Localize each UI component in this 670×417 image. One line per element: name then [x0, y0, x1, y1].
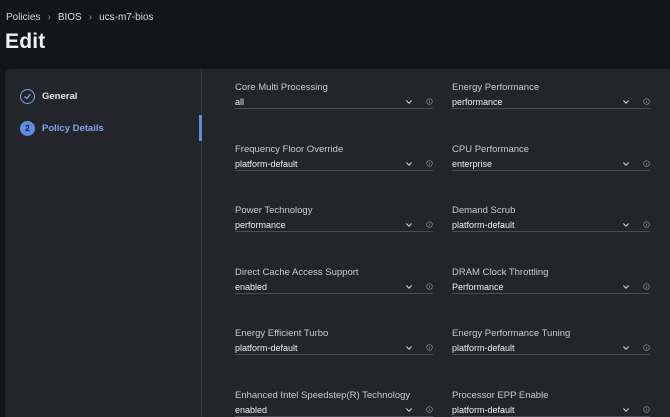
bios-field: Frequency Floor Override platform-defaul… — [235, 144, 433, 171]
breadcrumb-bios[interactable]: BIOS — [58, 12, 82, 23]
field-value: platform-default — [235, 343, 298, 353]
bios-field: DRAM Clock Throttling Performance — [452, 267, 650, 294]
field-value: platform-default — [452, 404, 515, 415]
field-value: performance — [235, 220, 286, 230]
info-icon[interactable] — [426, 159, 433, 167]
field-label: Demand Scrub — [452, 205, 516, 216]
bios-field: Power Technology performance — [235, 205, 433, 232]
field-select[interactable]: all — [235, 96, 433, 109]
chevron-down-icon — [623, 100, 629, 104]
active-step-indicator — [199, 115, 202, 141]
field-value: enabled — [235, 404, 268, 415]
info-icon[interactable] — [643, 282, 650, 290]
field-select[interactable]: performance — [452, 96, 650, 109]
step-label: Policy Details — [42, 122, 104, 134]
field-value: platform-default — [452, 220, 515, 230]
bios-field: Enhanced Intel Speedstep(R) Technology e… — [235, 390, 433, 417]
field-label: Frequency Floor Override — [235, 143, 344, 155]
info-icon[interactable] — [426, 405, 433, 413]
field-select[interactable]: platform-default — [452, 342, 650, 355]
bios-field: Direct Cache Access Support enabled — [235, 267, 433, 294]
step-general[interactable]: General — [20, 87, 77, 105]
field-select[interactable]: enabled — [235, 404, 433, 417]
bios-field: CPU Performance enterprise — [452, 144, 650, 171]
field-label: Enhanced Intel Speedstep(R) Technology — [235, 389, 411, 401]
chevron-down-icon — [406, 100, 412, 104]
bios-field: Energy Efficient Turbo platform-default — [235, 328, 433, 355]
field-select[interactable]: enterprise — [452, 158, 650, 171]
info-icon[interactable] — [643, 344, 650, 351]
breadcrumb-policies[interactable]: Policies — [6, 12, 40, 23]
chevron-right-icon: › — [88, 12, 93, 23]
field-value: performance — [452, 97, 503, 107]
step-number: 2 — [20, 120, 35, 136]
field-value: enterprise — [452, 158, 493, 169]
field-label: Core Multi Processing — [235, 82, 328, 93]
bios-field: Energy Performance Tuning platform-defau… — [452, 328, 650, 355]
chevron-down-icon — [623, 346, 629, 350]
info-icon[interactable] — [643, 98, 650, 105]
info-icon[interactable] — [643, 159, 650, 167]
page-title: Edit — [5, 30, 46, 53]
step-label: General — [42, 90, 78, 102]
field-label: Processor EPP Enable — [452, 389, 549, 401]
check-icon — [20, 88, 35, 104]
field-label: Energy Performance — [452, 82, 540, 93]
field-label: Energy Performance Tuning — [452, 328, 571, 339]
field-value: all — [235, 97, 245, 107]
field-value: enabled — [235, 281, 268, 292]
field-select[interactable]: platform-default — [452, 219, 650, 232]
chevron-down-icon — [623, 407, 629, 412]
field-select[interactable]: Performance — [452, 281, 650, 294]
bios-field: Processor EPP Enable platform-default — [452, 390, 650, 417]
chevron-down-icon — [406, 407, 412, 412]
chevron-down-icon — [623, 161, 629, 166]
field-select[interactable]: platform-default — [452, 404, 650, 417]
field-select[interactable]: platform-default — [235, 342, 433, 355]
chevron-right-icon: › — [47, 12, 51, 23]
field-select[interactable]: enabled — [235, 281, 433, 294]
bios-field: Demand Scrub platform-default — [452, 205, 650, 232]
field-label: DRAM Clock Throttling — [452, 266, 549, 278]
bios-field: Energy Performance performance — [452, 82, 650, 109]
info-icon[interactable] — [643, 221, 650, 228]
field-label: Energy Efficient Turbo — [235, 328, 329, 339]
chevron-down-icon — [406, 346, 412, 350]
chevron-down-icon — [406, 161, 412, 166]
breadcrumb: Policies › BIOS › ucs-m7-bios — [6, 12, 154, 23]
chevron-down-icon — [623, 223, 629, 227]
chevron-down-icon — [406, 284, 412, 289]
field-select[interactable]: platform-default — [235, 158, 433, 171]
field-label: Direct Cache Access Support — [235, 266, 359, 278]
chevron-down-icon — [623, 284, 629, 289]
chevron-down-icon — [406, 223, 412, 227]
field-value: platform-default — [235, 158, 298, 169]
info-icon[interactable] — [426, 282, 433, 290]
field-value: Performance — [452, 281, 504, 292]
info-icon[interactable] — [426, 221, 433, 228]
field-label: CPU Performance — [452, 143, 530, 155]
field-value: platform-default — [452, 343, 515, 353]
info-icon[interactable] — [426, 344, 433, 351]
info-icon[interactable] — [643, 405, 650, 413]
info-icon[interactable] — [426, 98, 433, 105]
bios-field: Core Multi Processing all — [235, 82, 433, 109]
field-label: Power Technology — [235, 205, 313, 216]
wizard-stepper: General 2 Policy Details — [5, 69, 202, 417]
field-select[interactable]: performance — [235, 219, 433, 232]
edit-panel: General 2 Policy Details Core Multi Proc… — [5, 69, 670, 417]
breadcrumb-current: ucs-m7-bios — [99, 12, 154, 23]
step-policy-details[interactable]: 2 Policy Details — [20, 119, 104, 137]
